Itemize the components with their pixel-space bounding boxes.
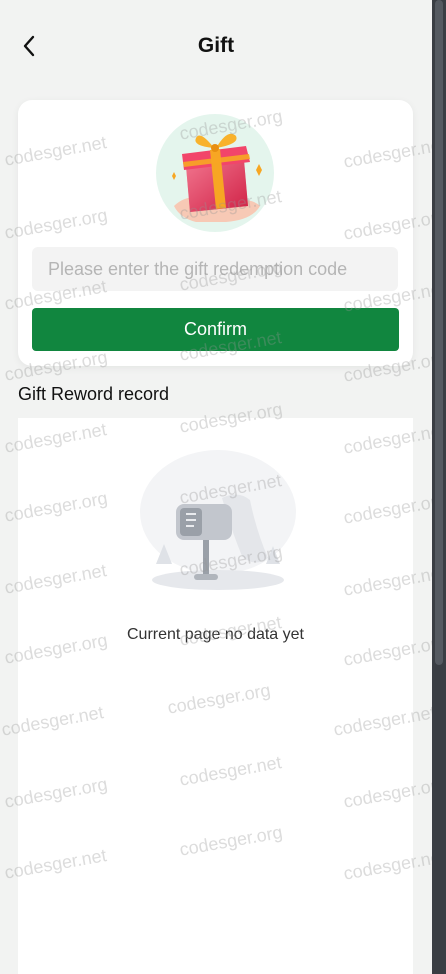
redemption-code-input[interactable]	[32, 247, 398, 291]
redeem-card: Confirm	[18, 100, 413, 366]
gift-image	[156, 114, 274, 232]
empty-state-text: Current page no data yet	[126, 626, 304, 643]
records-panel: Current page no data yet	[18, 418, 413, 974]
page-title: Gift	[197, 34, 235, 57]
gift-page: Gift Please enter the gift redemption co…	[0, 0, 432, 974]
scrollbar[interactable]	[432, 0, 446, 974]
empty-mailbox-icon	[140, 450, 296, 590]
gift-box-icon	[172, 133, 262, 222]
confirm-button[interactable]: Confirm	[32, 308, 399, 351]
scrollbar-thumb[interactable]	[435, 0, 443, 665]
header: Gift	[0, 0, 432, 92]
records-section-title: Gift Reword record	[18, 384, 170, 404]
